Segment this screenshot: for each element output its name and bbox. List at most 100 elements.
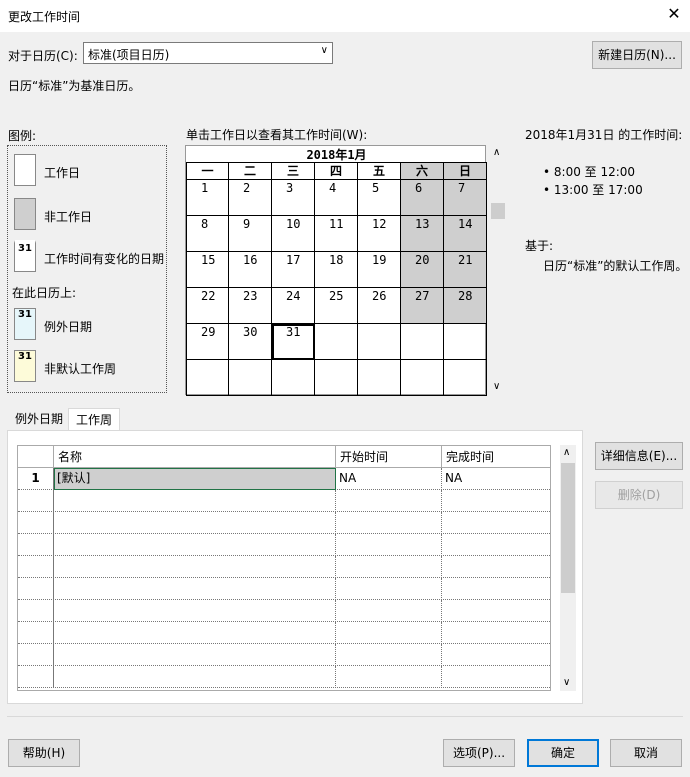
calendar-day[interactable]: 1: [186, 180, 229, 216]
calendar-day[interactable]: 11: [315, 216, 358, 252]
grid-cell-finish[interactable]: [442, 490, 550, 512]
grid-cell-start[interactable]: [336, 666, 442, 688]
grid-cell-start[interactable]: [336, 644, 442, 666]
new-calendar-button[interactable]: 新建日历(N)...: [592, 41, 682, 69]
grid-cell-name[interactable]: [54, 600, 336, 622]
grid-cell-name[interactable]: [默认]: [54, 468, 336, 490]
details-button[interactable]: 详细信息(E)...: [595, 442, 683, 470]
table-row[interactable]: [18, 600, 550, 622]
grid-cell-name[interactable]: [54, 534, 336, 556]
table-row[interactable]: [18, 622, 550, 644]
calendar-day[interactable]: 18: [315, 252, 358, 288]
table-row[interactable]: [18, 666, 550, 688]
cancel-button[interactable]: 取消: [610, 739, 682, 767]
table-row[interactable]: [18, 534, 550, 556]
calendar-day[interactable]: 10: [272, 216, 315, 252]
calendar-day[interactable]: 13: [401, 216, 444, 252]
column-header-finish[interactable]: 完成时间: [442, 446, 550, 468]
calendar-day[interactable]: 27: [401, 288, 444, 324]
calendar-day[interactable]: 28: [444, 288, 487, 324]
grid-scrollbar[interactable]: ∧ ∨: [560, 445, 576, 691]
calendar-day[interactable]: 14: [444, 216, 487, 252]
table-row[interactable]: [18, 556, 550, 578]
table-row[interactable]: [18, 644, 550, 666]
calendar-day[interactable]: 29: [186, 324, 229, 360]
grid-cell-finish[interactable]: [442, 512, 550, 534]
grid-cell-name[interactable]: [54, 556, 336, 578]
grid-cell-num: [18, 600, 54, 622]
tab-work-weeks[interactable]: 工作周: [68, 408, 120, 431]
work-weeks-grid[interactable]: 名称 开始时间 完成时间 1 [默认] NA NA: [17, 445, 551, 691]
grid-cell-finish[interactable]: [442, 644, 550, 666]
tab-exceptions[interactable]: 例外日期: [10, 408, 68, 430]
grid-cell-start[interactable]: [336, 578, 442, 600]
calendar-day[interactable]: 2: [229, 180, 272, 216]
calendar-day[interactable]: 20: [401, 252, 444, 288]
base-calendar-note: 日历“标准”为基准日历。: [8, 79, 141, 93]
close-icon[interactable]: ✕: [662, 2, 686, 26]
grid-cell-start[interactable]: [336, 622, 442, 644]
calendar-day[interactable]: 8: [186, 216, 229, 252]
grid-cell-finish[interactable]: [442, 622, 550, 644]
calendar-day[interactable]: 22: [186, 288, 229, 324]
options-button[interactable]: 选项(P)...: [443, 739, 515, 767]
column-header-start[interactable]: 开始时间: [336, 446, 442, 468]
calendar-day[interactable]: 4: [315, 180, 358, 216]
grid-cell-finish[interactable]: [442, 666, 550, 688]
grid-cell-start[interactable]: [336, 534, 442, 556]
grid-cell-start[interactable]: [336, 556, 442, 578]
calendar-day[interactable]: 16: [229, 252, 272, 288]
calendar-day[interactable]: 17: [272, 252, 315, 288]
calendar-day[interactable]: 15: [186, 252, 229, 288]
table-row[interactable]: [18, 490, 550, 512]
grid-cell-start[interactable]: [336, 512, 442, 534]
calendar-day[interactable]: 30: [229, 324, 272, 360]
calendar-day[interactable]: 3: [272, 180, 315, 216]
calendar-day[interactable]: 25: [315, 288, 358, 324]
grid-cell-num: [18, 622, 54, 644]
calendar-day[interactable]: 12: [358, 216, 401, 252]
calendar-day[interactable]: 26: [358, 288, 401, 324]
grid-scroll-up-icon[interactable]: ∧: [563, 447, 570, 458]
grid-cell-start[interactable]: [336, 490, 442, 512]
help-button[interactable]: 帮助(H): [8, 739, 80, 767]
table-row[interactable]: [18, 512, 550, 534]
grid-scroll-down-icon[interactable]: ∨: [563, 677, 570, 688]
grid-cell-start[interactable]: NA: [336, 468, 442, 490]
calendar-day[interactable]: 9: [229, 216, 272, 252]
scroll-down-icon[interactable]: ∨: [493, 381, 500, 392]
scroll-thumb[interactable]: [491, 203, 505, 219]
calendar-day[interactable]: 31: [272, 324, 315, 360]
grid-cell-name[interactable]: [54, 622, 336, 644]
table-row[interactable]: [18, 578, 550, 600]
month-calendar[interactable]: 2018年1月 一二三四五六日 1 2 3 4 5 6 7 8 9 10 11 12 13 14 15 16 1…: [185, 145, 487, 396]
calendar-scrollbar[interactable]: ∧ ∨: [490, 145, 506, 395]
grid-cell-finish[interactable]: [442, 578, 550, 600]
calendar-day[interactable]: 6: [401, 180, 444, 216]
legend-label-changed: 工作时间有变化的日期: [44, 252, 165, 266]
calendar-select[interactable]: 标准(项目日历) ∨: [83, 42, 333, 64]
calendar-day[interactable]: 24: [272, 288, 315, 324]
calendar-day[interactable]: 19: [358, 252, 401, 288]
column-header-name[interactable]: 名称: [54, 446, 336, 468]
grid-cell-start[interactable]: [336, 600, 442, 622]
calendar-day[interactable]: 5: [358, 180, 401, 216]
grid-cell-name[interactable]: [54, 512, 336, 534]
grid-cell-name[interactable]: [54, 490, 336, 512]
grid-scroll-thumb[interactable]: [561, 463, 575, 593]
calendar-day[interactable]: 23: [229, 288, 272, 324]
delete-button[interactable]: 删除(D): [595, 481, 683, 509]
calendar-empty-cell: [444, 360, 487, 396]
grid-cell-name[interactable]: [54, 644, 336, 666]
grid-cell-finish[interactable]: [442, 556, 550, 578]
grid-cell-finish[interactable]: [442, 600, 550, 622]
grid-cell-name[interactable]: [54, 578, 336, 600]
table-row[interactable]: 1 [默认] NA NA: [18, 468, 550, 490]
calendar-day[interactable]: 7: [444, 180, 487, 216]
grid-cell-name[interactable]: [54, 666, 336, 688]
grid-cell-finish[interactable]: [442, 534, 550, 556]
grid-cell-finish[interactable]: NA: [442, 468, 550, 490]
calendar-day[interactable]: 21: [444, 252, 487, 288]
scroll-up-icon[interactable]: ∧: [493, 147, 500, 158]
ok-button[interactable]: 确定: [527, 739, 599, 767]
